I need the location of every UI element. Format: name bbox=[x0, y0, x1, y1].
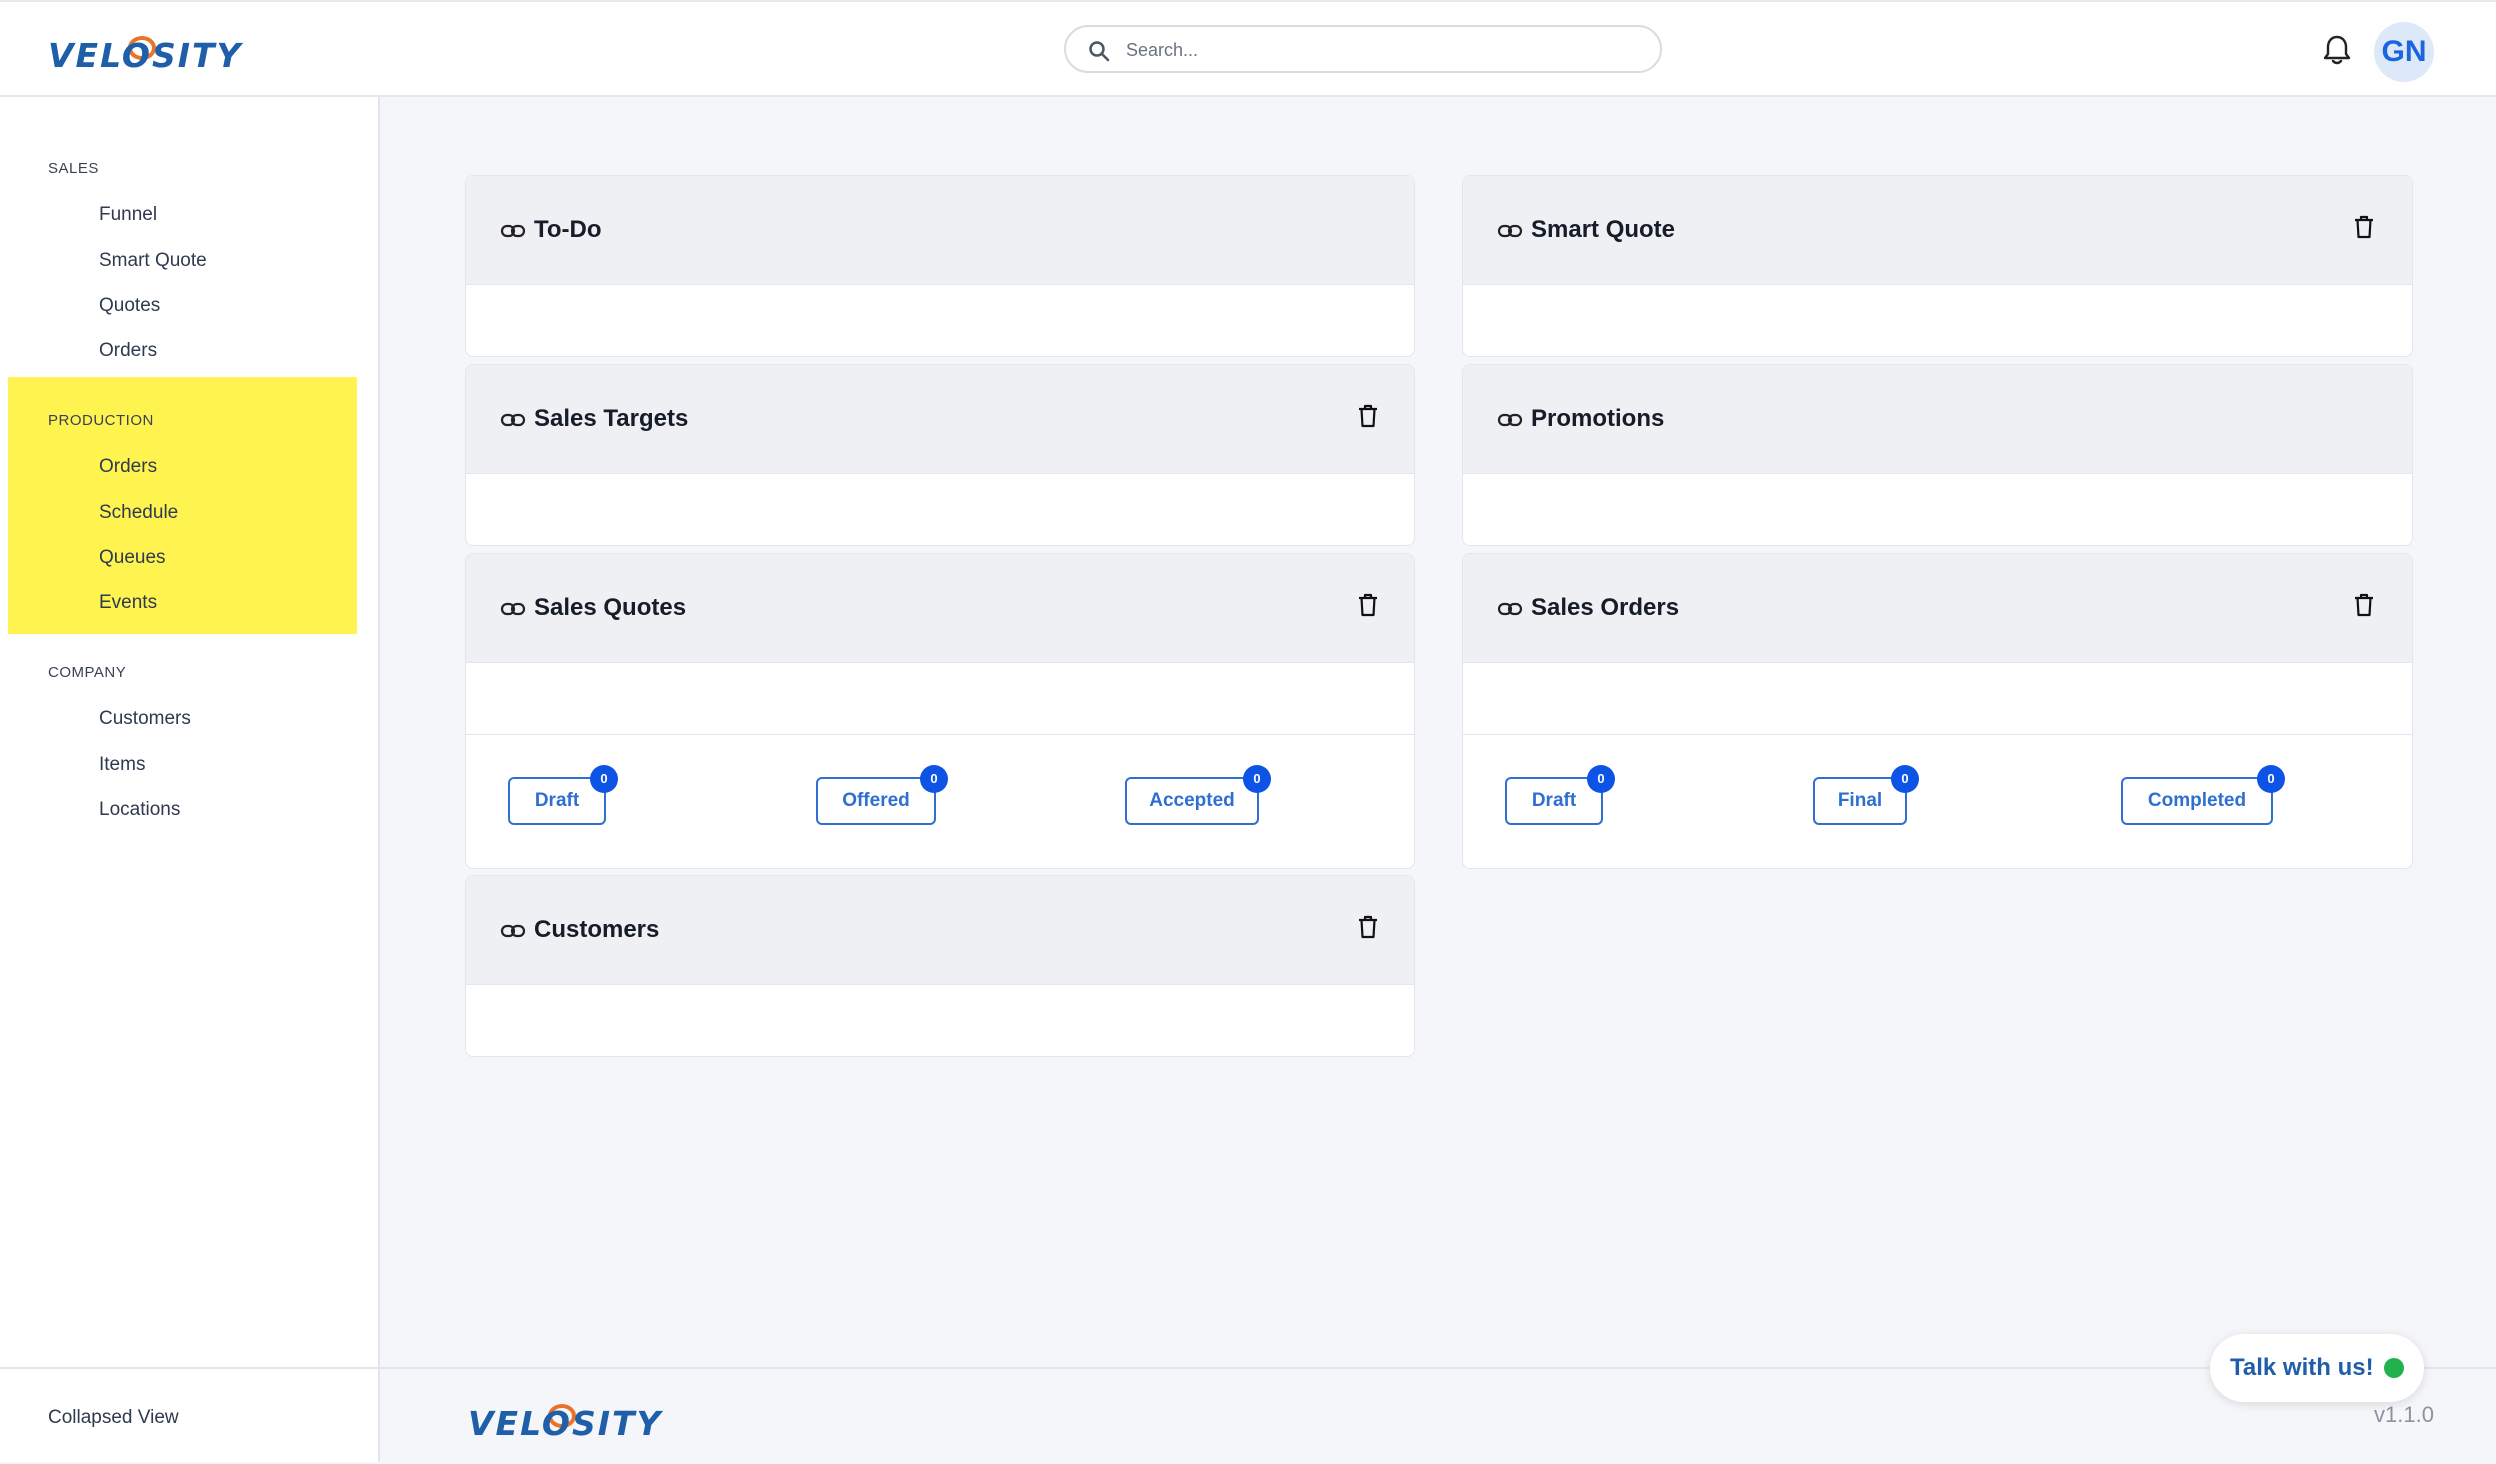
status-accepted-button[interactable]: Accepted 0 bbox=[1125, 765, 1271, 825]
velosity-logo[interactable]: VELOSITY bbox=[48, 28, 240, 76]
search-input[interactable] bbox=[1124, 35, 1628, 65]
card-header: Sales Targets bbox=[466, 365, 1414, 474]
trash-icon[interactable] bbox=[2353, 214, 2375, 240]
sidebar-item-production-orders[interactable]: Orders bbox=[99, 456, 157, 478]
card-smart-quote: Smart Quote bbox=[1462, 175, 2413, 357]
top-bar: VELOSITY GN bbox=[0, 0, 2496, 97]
status-label: Offered bbox=[842, 790, 910, 811]
app-version: v1.1.0 bbox=[2374, 1402, 2434, 1427]
card-title: Sales Orders bbox=[1531, 594, 1680, 621]
section-title-company: COMPANY bbox=[48, 664, 127, 681]
sidebar-item-queues[interactable]: Queues bbox=[99, 547, 166, 569]
card-header: Sales Orders bbox=[1463, 554, 2412, 663]
status-final-button[interactable]: Final 0 bbox=[1813, 765, 1919, 825]
collapsed-view-toggle[interactable]: Collapsed View bbox=[48, 1407, 179, 1429]
status-draft-button[interactable]: Draft 0 bbox=[1505, 765, 1615, 825]
search-icon bbox=[1089, 41, 1110, 62]
link-icon[interactable] bbox=[1497, 412, 1523, 428]
status-label: Final bbox=[1837, 790, 1883, 811]
count-badge: 0 bbox=[590, 765, 618, 793]
trash-icon[interactable] bbox=[1357, 914, 1379, 940]
card-sales-quotes: Sales Quotes Draft 0 Offered 0 Accepted … bbox=[465, 553, 1415, 869]
status-offered-button[interactable]: Offered 0 bbox=[816, 765, 948, 825]
link-icon[interactable] bbox=[500, 223, 526, 239]
card-todo: To-Do bbox=[465, 175, 1415, 357]
search-box[interactable] bbox=[1064, 25, 1662, 73]
logo-text: VELOSITY bbox=[468, 1404, 663, 1443]
sidebar-item-customers[interactable]: Customers bbox=[99, 708, 191, 730]
card-header: Promotions bbox=[1463, 365, 2412, 474]
link-icon[interactable] bbox=[500, 412, 526, 428]
sidebar-item-funnel[interactable]: Funnel bbox=[99, 204, 157, 226]
card-title: Smart Quote bbox=[1531, 216, 1676, 243]
online-status-dot bbox=[2384, 1358, 2404, 1378]
card-title: Sales Targets bbox=[534, 405, 689, 432]
link-icon[interactable] bbox=[1497, 601, 1523, 617]
card-header: Customers bbox=[466, 876, 1414, 985]
bell-icon[interactable] bbox=[2322, 34, 2352, 66]
link-icon[interactable] bbox=[500, 923, 526, 939]
chat-label: Talk with us! bbox=[2230, 1354, 2374, 1381]
status-completed-button[interactable]: Completed 0 bbox=[2121, 765, 2285, 825]
sidebar-footer: Collapsed View bbox=[0, 1367, 378, 1464]
count-badge: 0 bbox=[1243, 765, 1271, 793]
count-badge: 0 bbox=[1891, 765, 1919, 793]
sidebar-item-smart-quote[interactable]: Smart Quote bbox=[99, 250, 207, 272]
status-label: Draft bbox=[1531, 790, 1577, 811]
card-sales-orders: Sales Orders Draft 0 Final 0 Completed 0 bbox=[1462, 553, 2413, 869]
trash-icon[interactable] bbox=[1357, 403, 1379, 429]
footer-logo: VELOSITY bbox=[468, 1396, 660, 1444]
count-badge: 0 bbox=[920, 765, 948, 793]
status-draft-button[interactable]: Draft 0 bbox=[508, 765, 618, 825]
avatar[interactable]: GN bbox=[2374, 22, 2434, 82]
status-label: Draft bbox=[534, 790, 580, 811]
link-icon[interactable] bbox=[500, 601, 526, 617]
chat-widget-button[interactable]: Talk with us! bbox=[2210, 1334, 2424, 1402]
logo-text: VELOSITY bbox=[48, 36, 243, 75]
section-title-production: PRODUCTION bbox=[48, 412, 154, 429]
count-badge: 0 bbox=[1587, 765, 1615, 793]
card-header: Smart Quote bbox=[1463, 176, 2412, 285]
sidebar-item-locations[interactable]: Locations bbox=[99, 799, 180, 821]
link-icon[interactable] bbox=[1497, 223, 1523, 239]
sidebar-item-schedule[interactable]: Schedule bbox=[99, 502, 178, 524]
card-title: Sales Quotes bbox=[534, 594, 687, 621]
sidebar: SALES Funnel Smart Quote Quotes Orders P… bbox=[0, 97, 380, 1462]
sidebar-item-items[interactable]: Items bbox=[99, 754, 145, 776]
trash-icon[interactable] bbox=[2353, 592, 2375, 618]
status-label: Accepted bbox=[1149, 790, 1235, 811]
card-title: To-Do bbox=[534, 216, 602, 243]
card-header: To-Do bbox=[466, 176, 1414, 285]
card-title: Promotions bbox=[1531, 405, 1665, 432]
count-badge: 0 bbox=[2257, 765, 2285, 793]
sidebar-item-quotes[interactable]: Quotes bbox=[99, 295, 160, 317]
sidebar-item-events[interactable]: Events bbox=[99, 592, 157, 614]
status-row: Draft 0 Offered 0 Accepted 0 bbox=[466, 734, 1414, 868]
footer-divider bbox=[380, 1367, 2496, 1369]
card-customers: Customers bbox=[465, 875, 1415, 1057]
sidebar-item-sales-orders[interactable]: Orders bbox=[99, 340, 157, 362]
card-title: Customers bbox=[534, 916, 660, 943]
section-title-sales: SALES bbox=[48, 160, 99, 177]
status-label: Completed bbox=[2147, 790, 2247, 811]
trash-icon[interactable] bbox=[1357, 592, 1379, 618]
status-row: Draft 0 Final 0 Completed 0 bbox=[1463, 734, 2412, 868]
card-promotions: Promotions bbox=[1462, 364, 2413, 546]
card-sales-targets: Sales Targets bbox=[465, 364, 1415, 546]
card-header: Sales Quotes bbox=[466, 554, 1414, 663]
